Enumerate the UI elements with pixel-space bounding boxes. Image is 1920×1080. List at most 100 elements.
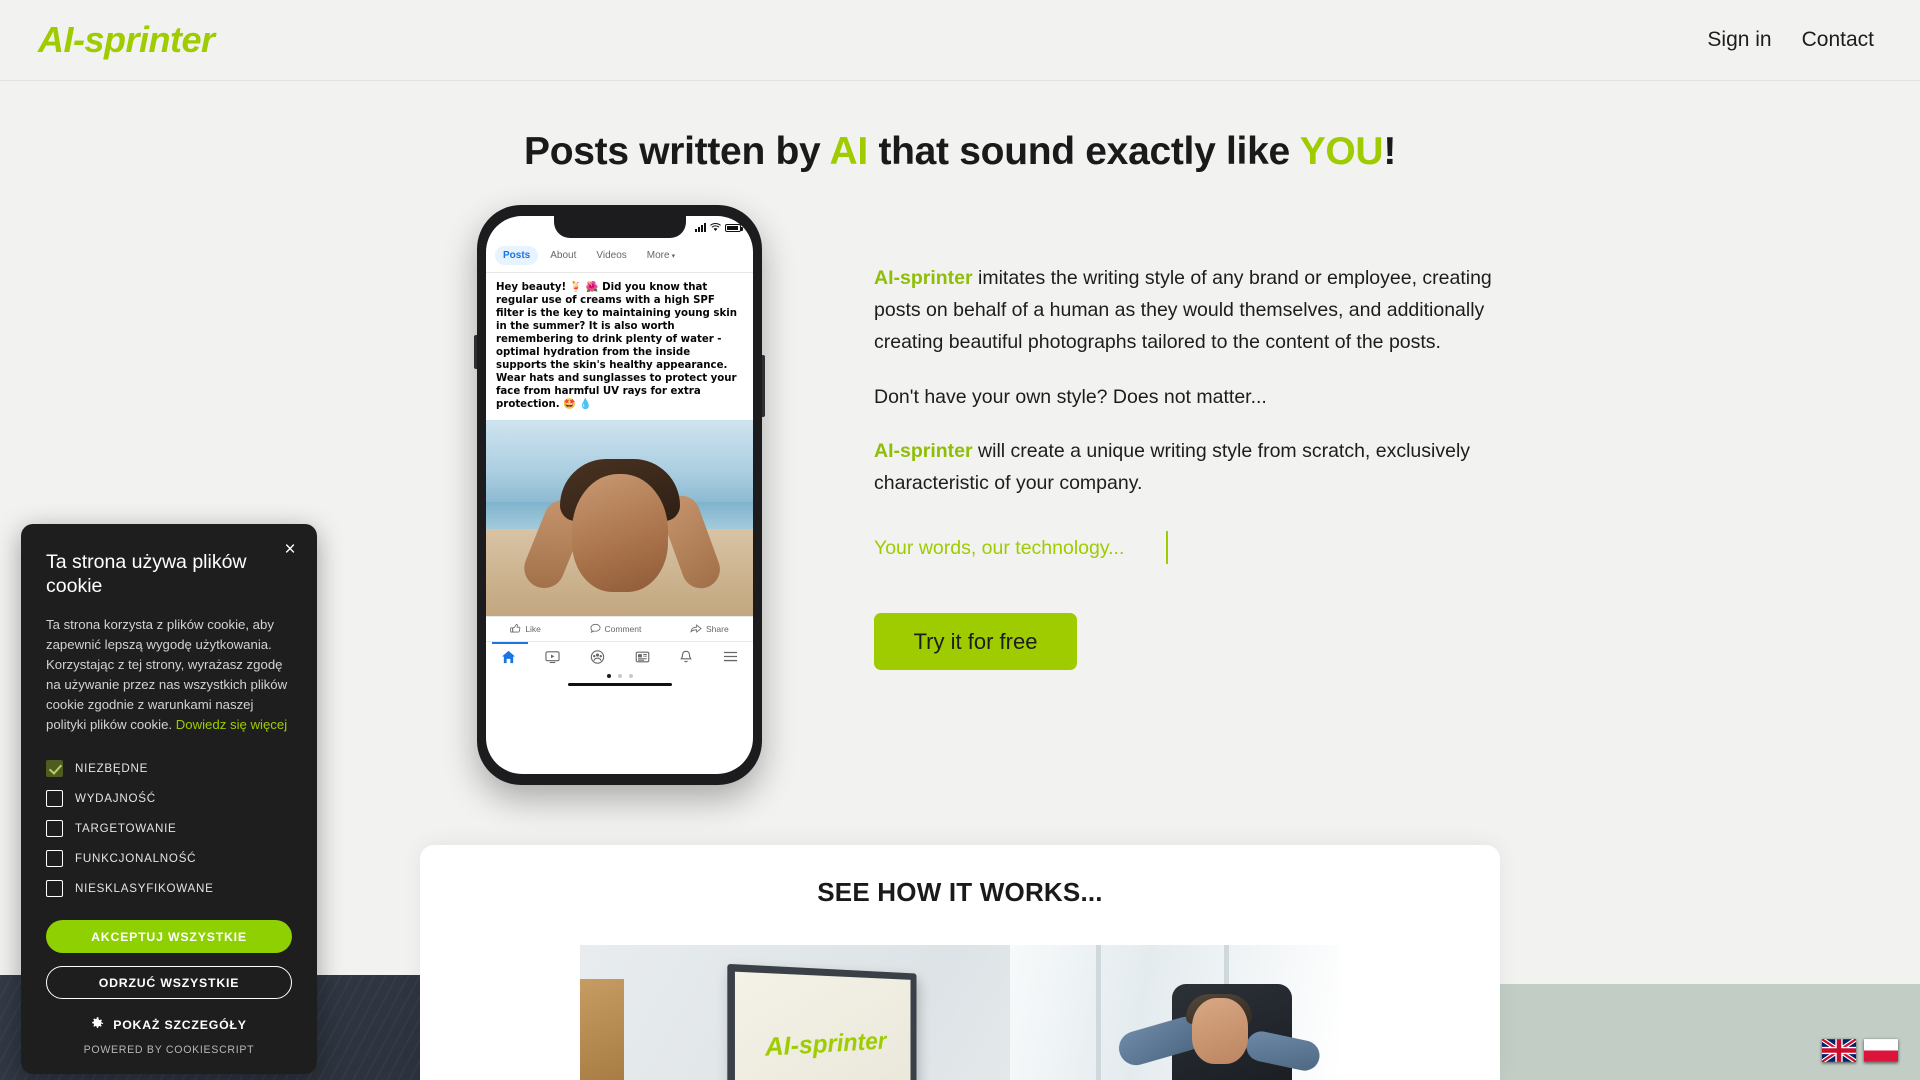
hero-copy: AI-sprinter imitates the writing style o… (874, 262, 1494, 671)
thumbs-up-icon (510, 623, 521, 634)
headline-you: YOU (1299, 130, 1384, 173)
try-it-for-free-button[interactable]: Try it for free (874, 613, 1077, 671)
headline-text-1: Posts written by (524, 130, 830, 173)
share-label: Share (706, 623, 729, 634)
checkbox-targeting[interactable] (46, 819, 63, 837)
checkbox-performance[interactable] (46, 789, 63, 807)
phone-body: Posts About Videos More ▾ Hey beauty! 🍹 🌺… (477, 205, 762, 785)
cookie-banner-title: Ta strona używa plików cookie (46, 551, 247, 598)
phone-mockup: Posts About Videos More ▾ Hey beauty! 🍹 🌺… (474, 205, 765, 785)
cookie-category-necessary[interactable]: NIEZBĘDNE (46, 753, 292, 783)
cookie-banner-description: Ta strona korzysta z plików cookie, aby … (46, 615, 292, 735)
dot-active (606, 673, 611, 678)
phone-tab-about[interactable]: About (542, 246, 584, 265)
cookie-learn-more-link[interactable]: Dowiedz się więcej (176, 717, 287, 732)
language-switcher (1822, 1039, 1898, 1062)
accept-all-button[interactable]: AKCEPTUJ WSZYSTKIE (46, 920, 292, 954)
reject-all-button[interactable]: ODRZUĆ WSZYSTKIE (46, 966, 292, 1000)
headline-text-3: ! (1383, 130, 1396, 173)
share-button[interactable]: Share (690, 623, 729, 634)
dot (617, 673, 622, 678)
cookie-category-label: TARGETOWANIE (75, 821, 177, 835)
video-person-head (1192, 998, 1248, 1064)
news-icon[interactable] (635, 650, 650, 664)
cookie-category-label: NIEZBĘDNE (75, 761, 149, 775)
tagline-text: Your words, our technology... (874, 537, 1125, 560)
cookie-category-list: NIEZBĘDNE WYDAJNOŚĆ TARGETOWANIE FUNKCJO… (46, 753, 292, 903)
page-indicator-dots (486, 672, 753, 681)
like-label: Like (525, 623, 541, 634)
phone-notch (553, 216, 686, 238)
battery-icon (725, 224, 743, 232)
phone-tab-posts[interactable]: Posts (495, 246, 539, 265)
video-monitor-screen: AI-sprinter (734, 971, 911, 1080)
headline-ai: AI (829, 130, 869, 173)
close-icon[interactable]: × (279, 538, 301, 560)
flag-polish-icon[interactable] (1864, 1039, 1898, 1062)
cookie-category-performance[interactable]: WYDAJNOŚĆ (46, 783, 292, 813)
cookie-category-label: WYDAJNOŚĆ (75, 791, 156, 805)
hero-paragraph-1: AI-sprinter imitates the writing style o… (874, 262, 1494, 359)
share-icon (690, 623, 702, 634)
page-title: Posts written by AI that sound exactly l… (0, 130, 1920, 174)
chevron-down-icon: ▾ (671, 253, 676, 260)
video-corkboard (580, 979, 624, 1080)
brand-mention-1: AI-sprinter (874, 267, 973, 289)
phone-screen: Posts About Videos More ▾ Hey beauty! 🍹 🌺… (486, 216, 753, 774)
home-icon[interactable] (501, 650, 516, 664)
how-it-works-title: SEE HOW IT WORKS... (817, 877, 1103, 907)
checkbox-functionality[interactable] (46, 849, 63, 867)
video-monitor: AI-sprinter (727, 963, 917, 1080)
dot (628, 673, 633, 678)
comment-label: Comment (604, 623, 642, 634)
typing-cursor (1166, 531, 1169, 565)
brand-mention-2: AI-sprinter (874, 439, 973, 462)
hero-paragraph-2: Don't have your own style? Does not matt… (874, 385, 1267, 408)
phone-post-text: Hey beauty! 🍹 🌺 Did you know that regula… (496, 282, 737, 410)
comment-button[interactable]: Comment (590, 623, 642, 634)
landing-page: AI-sprinter Sign in Contact Posts writte… (0, 0, 1920, 1080)
groups-icon[interactable] (590, 649, 605, 664)
nav-link-sign-in[interactable]: Sign in (1707, 28, 1771, 52)
brand-logo[interactable]: AI-sprinter (38, 22, 215, 58)
phone-post-image (486, 419, 753, 616)
home-indicator (567, 682, 672, 686)
phone-tab-more-label: More (646, 250, 670, 261)
bell-icon[interactable] (679, 650, 693, 664)
phone-tab-videos[interactable]: Videos (588, 246, 634, 265)
cookie-category-functionality[interactable]: FUNKCJONALNOŚĆ (46, 843, 292, 873)
cookie-category-targeting[interactable]: TARGETOWANIE (46, 813, 292, 843)
signal-icon (695, 223, 706, 232)
flag-english-icon[interactable] (1822, 1039, 1856, 1062)
active-tab-indicator (492, 641, 528, 644)
cookie-category-label: FUNKCJONALNOŚĆ (75, 851, 197, 865)
post-image-face (571, 474, 668, 593)
show-details-label: POKAŻ SZCZEGÓŁY (113, 1018, 247, 1033)
video-thumbnail[interactable]: AI-sprinter (580, 945, 1340, 1080)
cookie-category-unclassified[interactable]: NIESKLASYFIKOWANE (46, 873, 292, 903)
like-button[interactable]: Like (510, 623, 541, 634)
comment-icon (590, 623, 601, 634)
checkbox-unclassified[interactable] (46, 879, 63, 897)
gear-icon (91, 1017, 104, 1033)
how-it-works-section: SEE HOW IT WORKS... AI-sprinter (420, 845, 1500, 1080)
bottom-sage-band (1500, 984, 1920, 1080)
checkbox-necessary[interactable] (46, 759, 63, 777)
headline-text-2: that sound exactly like (867, 130, 1300, 173)
site-header: AI-sprinter Sign in Contact (0, 0, 1920, 81)
phone-tab-bar: Posts About Videos More ▾ (486, 240, 753, 273)
cookie-description-text: Ta strona korzysta z plików cookie, aby … (46, 616, 288, 733)
powered-by-label: POWERED BY COOKIESCRIPT (83, 1044, 255, 1057)
phone-tab-more[interactable]: More ▾ (639, 246, 683, 265)
video-icon[interactable] (545, 650, 561, 664)
nav-link-contact[interactable]: Contact (1802, 28, 1874, 52)
window-mullion (1096, 945, 1101, 1080)
phone-bottom-nav (486, 641, 753, 672)
video-monitor-logo: AI-sprinter (763, 1026, 887, 1062)
cookie-category-label: NIESKLASYFIKOWANE (75, 881, 214, 895)
main-nav: Sign in Contact (1707, 28, 1882, 52)
phone-side-button (762, 355, 765, 417)
phone-post-actions: Like Comment Share (486, 615, 753, 642)
show-details-button[interactable]: POKAŻ SZCZEGÓŁY (46, 1017, 292, 1033)
menu-icon[interactable] (723, 650, 738, 663)
